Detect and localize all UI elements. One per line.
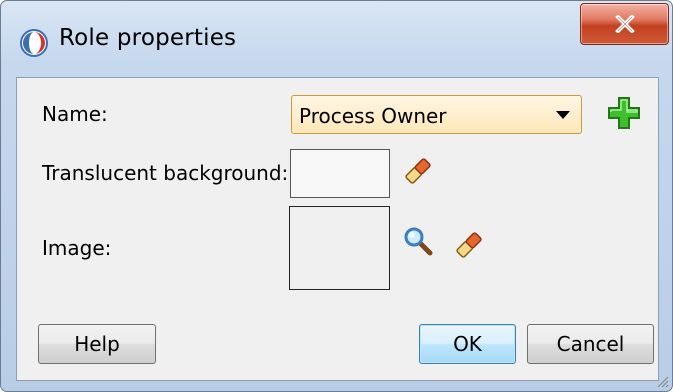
plus-icon[interactable]: [606, 95, 642, 131]
name-label: Name:: [42, 102, 108, 126]
window-title: Role properties: [59, 25, 237, 51]
image-label: Image:: [42, 236, 112, 260]
resize-grip-icon[interactable]: [655, 374, 669, 388]
name-dropdown[interactable]: Process Owner: [291, 95, 582, 134]
eraser-icon[interactable]: [453, 229, 485, 261]
cancel-button[interactable]: Cancel: [527, 324, 654, 364]
magnifier-icon[interactable]: [403, 226, 433, 256]
name-dropdown-value: Process Owner: [299, 104, 447, 128]
chevron-down-icon: [556, 111, 570, 119]
background-color-swatch[interactable]: [290, 149, 390, 198]
help-button[interactable]: Help: [38, 324, 156, 364]
close-icon: [614, 15, 635, 33]
app-logo-icon: [20, 29, 48, 57]
close-button[interactable]: [580, 3, 669, 45]
title-bar[interactable]: Role properties: [1, 1, 672, 76]
ok-button[interactable]: OK: [419, 324, 516, 364]
eraser-icon[interactable]: [402, 155, 434, 187]
background-label: Translucent background:: [42, 161, 289, 185]
dialog-body: Name: Process Owner Translucent backgrou…: [16, 77, 659, 381]
image-preview-box[interactable]: [289, 206, 390, 290]
role-properties-dialog: Role properties Name: Process Owner Tran…: [0, 0, 673, 392]
